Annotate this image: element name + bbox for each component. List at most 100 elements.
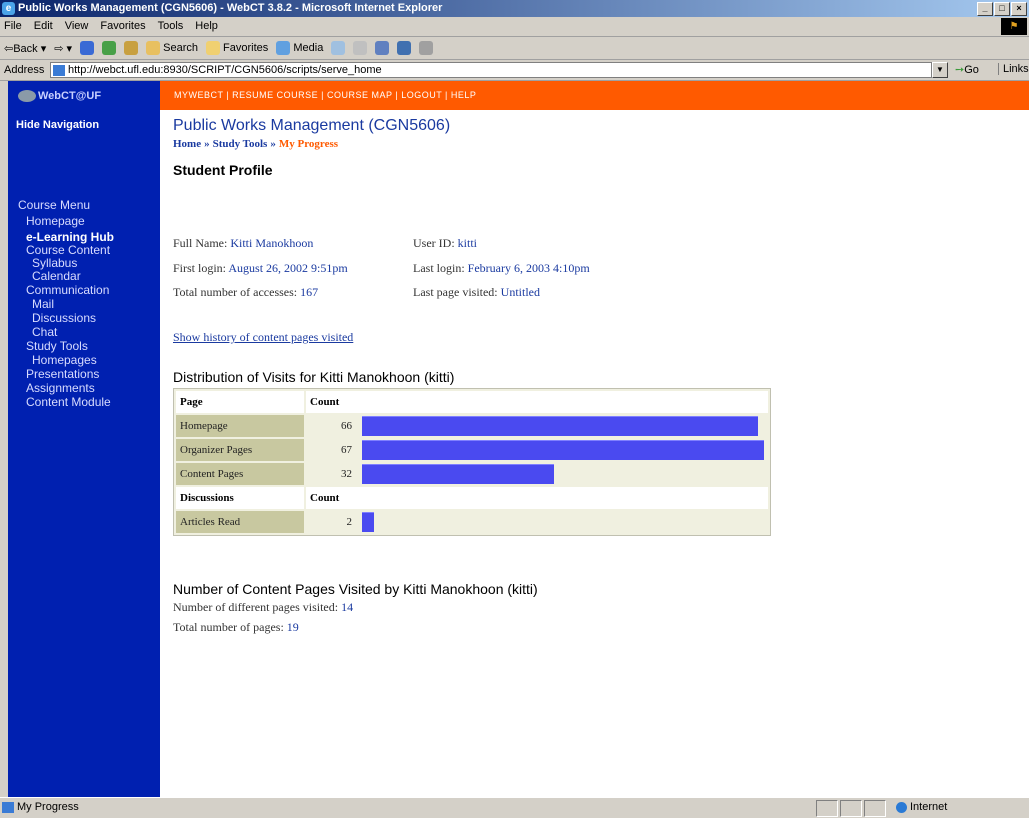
search-button[interactable]: Search [146, 41, 198, 55]
col-header-discussions: Discussions [176, 487, 304, 509]
menu-help[interactable]: Help [195, 20, 218, 32]
sidebar-item-homepages[interactable]: Homepages [32, 353, 97, 367]
user-id-value: kitti [457, 236, 477, 250]
search-label: Search [163, 41, 198, 54]
sidebar-item-chat[interactable]: Chat [32, 325, 57, 339]
visits-table: Page Count Homepage 66 Organizer Pages 6… [173, 388, 771, 536]
page-title: Public Works Management (CGN5606) [173, 117, 451, 134]
menu-file[interactable]: File [4, 20, 22, 32]
row-label: Organizer Pages [176, 439, 304, 461]
sidebar-item-calendar[interactable]: Calendar [32, 269, 81, 283]
sidebar-item-presentations[interactable]: Presentations [26, 367, 99, 381]
forward-button[interactable]: ⇨ ▾ [54, 42, 72, 55]
visit-bar [362, 440, 764, 460]
toolbar: ⇦Back ▾ ⇨ ▾ Search Favorites Media [0, 37, 1029, 60]
status-panes [816, 800, 886, 817]
status-label: My Progress [17, 801, 79, 813]
status-pane [816, 800, 838, 817]
home-icon[interactable] [124, 41, 139, 55]
pages-total-line: Total number of pages: 19 [173, 620, 299, 635]
pages-visited-label: Number of different pages visited: [173, 600, 339, 614]
media-label: Media [293, 41, 324, 54]
row-label: Content Pages [176, 463, 304, 485]
profile-last-login: Last login: February 6, 2003 4:10pm [413, 261, 590, 276]
top-nav-links[interactable]: MYWEBCT | RESUME COURSE | COURSE MAP | L… [174, 90, 476, 100]
menu-view[interactable]: View [65, 20, 89, 32]
accesses-value: 167 [300, 285, 319, 299]
sidebar-item-e-learning-hub[interactable]: e-Learning Hub [26, 230, 114, 244]
sidebar-item-content-module[interactable]: Content Module [26, 395, 111, 409]
last-page-value[interactable]: Untitled [501, 285, 540, 299]
row-label: Articles Read [176, 511, 304, 533]
edit-icon[interactable] [397, 41, 412, 55]
links-button[interactable]: Links [998, 63, 1029, 75]
status-pane [864, 800, 886, 817]
webct-brand[interactable]: WebCT@UF [8, 81, 160, 110]
full-name-value: Kitti Manokhoon [230, 236, 314, 250]
back-button[interactable]: ⇦Back ▾ [4, 42, 46, 55]
visit-bar [362, 464, 555, 484]
sidebar-item-assignments[interactable]: Assignments [26, 381, 95, 395]
full-name-label: Full Name: [173, 236, 228, 250]
minimize-button[interactable]: _ [977, 2, 993, 16]
stop-icon[interactable] [80, 41, 95, 55]
menu-tools[interactable]: Tools [158, 20, 184, 32]
row-count: 32 [306, 463, 356, 485]
favorites-button[interactable]: Favorites [205, 41, 269, 55]
refresh-icon[interactable] [102, 41, 117, 55]
first-login-value: August 26, 2002 9:51pm [228, 261, 348, 275]
security-zone: Internet [896, 801, 947, 813]
print-icon[interactable] [375, 41, 390, 55]
sidebar-item-syllabus[interactable]: Syllabus [32, 256, 77, 270]
mail-icon[interactable] [353, 41, 368, 55]
visit-bar [362, 512, 375, 532]
sidebar-item-course-content[interactable]: Course Content [26, 243, 110, 257]
last-login-value: February 6, 2003 4:10pm [467, 261, 590, 275]
show-history-link[interactable]: Show history of content pages visited [173, 330, 353, 345]
address-dropdown-button[interactable]: ▼ [932, 62, 948, 78]
visit-bar [362, 416, 758, 436]
sidebar-item-discussions[interactable]: Discussions [32, 311, 96, 325]
row-count: 67 [306, 439, 356, 461]
discuss-icon[interactable] [419, 41, 434, 55]
status-text: My Progress [2, 801, 79, 813]
media-icon [276, 41, 291, 55]
profile-first-login: First login: August 26, 2002 9:51pm [173, 261, 348, 276]
address-label: Address [4, 64, 45, 76]
maximize-button[interactable]: □ [994, 2, 1010, 16]
status-pane [840, 800, 862, 817]
ie-icon: e [2, 2, 15, 15]
pages-total-value: 19 [286, 620, 299, 634]
sidebar-item-communication[interactable]: Communication [26, 283, 109, 297]
media-button[interactable]: Media [276, 41, 323, 55]
address-input[interactable]: http://webct.ufl.edu:8930/SCRIPT/CGN5606… [50, 62, 932, 78]
brand-label: WebCT@UF [38, 90, 102, 102]
go-label: Go [964, 64, 979, 76]
go-button[interactable]: ➙Go [955, 63, 979, 76]
favorites-label: Favorites [223, 41, 269, 54]
close-button[interactable]: × [1011, 2, 1027, 16]
history-icon[interactable] [331, 41, 346, 55]
page-icon [2, 801, 14, 813]
sidebar-item-homepage[interactable]: Homepage [26, 214, 85, 228]
breadcrumb-study-tools[interactable]: Study Tools [213, 138, 268, 150]
hide-navigation-link[interactable]: Hide Navigation [16, 119, 99, 131]
menu-edit[interactable]: Edit [34, 20, 53, 32]
favorites-icon [205, 41, 220, 55]
window-titlebar: e Public Works Management (CGN5606) - We… [0, 0, 1029, 17]
back-label: Back [13, 42, 38, 55]
address-bar: Address http://webct.ufl.edu:8930/SCRIPT… [0, 60, 1029, 81]
search-icon [146, 41, 161, 55]
last-login-label: Last login: [413, 261, 465, 275]
address-url: http://webct.ufl.edu:8930/SCRIPT/CGN5606… [68, 64, 382, 76]
sidebar-item-mail[interactable]: Mail [32, 297, 54, 311]
sidebar-item-study-tools[interactable]: Study Tools [26, 339, 88, 353]
table-row: Articles Read 2 [176, 511, 768, 533]
window-title: Public Works Management (CGN5606) - WebC… [18, 2, 443, 14]
col-header-count: Count [306, 391, 768, 413]
accesses-label: Total number of accesses: [173, 285, 298, 299]
breadcrumb-home[interactable]: Home [173, 138, 201, 150]
menu-favorites[interactable]: Favorites [100, 20, 145, 32]
user-id-label: User ID: [413, 236, 455, 250]
course-menu-title: Course Menu [18, 198, 91, 212]
